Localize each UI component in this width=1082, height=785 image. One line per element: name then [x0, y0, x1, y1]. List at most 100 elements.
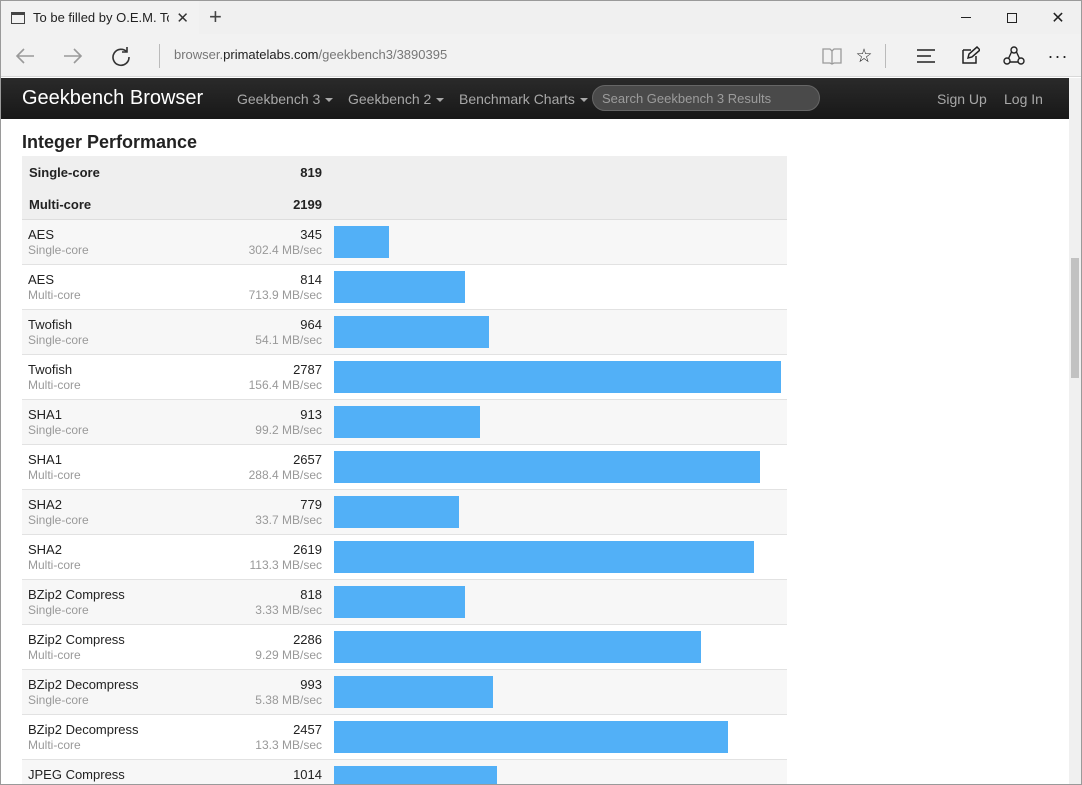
- score-bar: [334, 451, 760, 483]
- benchmark-rate: 99.2 MB/sec: [255, 423, 322, 437]
- table-row: SHA2 Single-core 779 33.7 MB/sec: [22, 490, 787, 535]
- benchmark-rate: 113.3 MB/sec: [249, 558, 322, 572]
- benchmark-mode: Single-core: [28, 423, 89, 437]
- nav-geekbench2-menu[interactable]: Geekbench 2: [348, 91, 445, 107]
- score-bar: [334, 361, 781, 393]
- close-icon: ✕: [1051, 9, 1065, 27]
- nav-geekbench3-menu[interactable]: Geekbench 3: [237, 91, 334, 107]
- divider: [159, 44, 160, 68]
- score-bar: [334, 406, 480, 438]
- address-domain: primatelabs.com: [223, 47, 319, 62]
- address-bar[interactable]: browser.primatelabs.com/geekbench3/38903…: [174, 47, 447, 62]
- benchmark-rate: 288.4 MB/sec: [248, 468, 322, 482]
- scrollbar-thumb[interactable]: [1071, 258, 1079, 378]
- benchmark-name: BZip2 Decompress: [28, 677, 139, 692]
- benchmark-score: 2787: [293, 362, 322, 377]
- score-bar: [334, 676, 493, 708]
- site-brand-link[interactable]: Geekbench Browser: [22, 87, 203, 110]
- nav-label: Geekbench 2: [348, 91, 432, 107]
- benchmark-mode: Single-core: [28, 333, 89, 347]
- favorite-star-icon[interactable]: ☆: [851, 43, 877, 69]
- benchmark-rate: 3.33 MB/sec: [255, 603, 322, 617]
- benchmark-name: Twofish: [28, 362, 73, 377]
- score-bar: [334, 766, 497, 784]
- browser-window: To be filled by O.E.M. To ✕ + ✕ browser.…: [0, 0, 1082, 785]
- benchmark-name: BZip2 Decompress: [28, 722, 139, 737]
- benchmark-score: 993: [300, 677, 322, 692]
- benchmark-name: BZip2 Compress: [28, 587, 125, 602]
- more-options-icon[interactable]: ···: [1045, 43, 1071, 69]
- benchmark-rate: 54.1 MB/sec: [255, 333, 322, 347]
- benchmark-name: JPEG Compress: [28, 767, 125, 782]
- divider: [885, 44, 886, 68]
- summary-table: Single-core 819 Multi-core 2199: [22, 156, 787, 220]
- benchmark-rate: 302.4 MB/sec: [248, 243, 322, 257]
- score-bar: [334, 226, 389, 258]
- benchmark-rate: 5.38 MB/sec: [255, 693, 322, 707]
- score-bar: [334, 631, 701, 663]
- table-row: SHA1 Single-core 913 99.2 MB/sec: [22, 400, 787, 445]
- maximize-button[interactable]: [989, 1, 1035, 34]
- close-window-button[interactable]: ✕: [1035, 1, 1081, 34]
- hub-icon[interactable]: [913, 43, 939, 69]
- reading-view-icon[interactable]: [819, 43, 845, 69]
- web-note-icon[interactable]: [957, 43, 983, 69]
- vertical-scrollbar[interactable]: [1069, 78, 1081, 784]
- benchmark-score: 814: [300, 272, 322, 287]
- browser-tab[interactable]: To be filled by O.E.M. To ✕: [1, 1, 199, 34]
- benchmark-score: 2619: [293, 542, 322, 557]
- sign-up-link[interactable]: Sign Up: [937, 91, 987, 107]
- benchmark-score: 2286: [293, 632, 322, 647]
- benchmark-mode: Single-core: [28, 693, 89, 707]
- search-input[interactable]: [592, 85, 820, 111]
- arrow-left-icon: [15, 48, 34, 64]
- table-row: BZip2 Decompress Multi-core 2457 13.3 MB/se…: [22, 715, 787, 760]
- minimize-button[interactable]: [943, 1, 989, 34]
- back-button[interactable]: [11, 42, 39, 70]
- summary-value: 2199: [293, 197, 322, 212]
- benchmark-rate: 13.3 MB/sec: [255, 738, 322, 752]
- score-bar: [334, 271, 465, 303]
- site-header: Geekbench Browser Geekbench 3 Geekbench …: [1, 78, 1069, 119]
- nav-label: Benchmark Charts: [459, 91, 575, 107]
- benchmark-mode: Single-core: [28, 603, 89, 617]
- benchmark-name: AES: [28, 227, 55, 242]
- benchmark-score: 2457: [293, 722, 322, 737]
- benchmark-mode: Multi-core: [28, 738, 81, 752]
- benchmark-rate: 156.4 MB/sec: [248, 378, 322, 392]
- benchmark-mode: Multi-core: [28, 648, 81, 662]
- maximize-icon: [1007, 12, 1017, 23]
- benchmark-rate: 9.29 MB/sec: [255, 648, 322, 662]
- nav-benchmark-charts-menu[interactable]: Benchmark Charts: [459, 91, 588, 107]
- title-bar: To be filled by O.E.M. To ✕ + ✕: [1, 1, 1081, 34]
- benchmark-name: SHA1: [28, 407, 62, 422]
- page-icon: [11, 11, 25, 24]
- share-icon[interactable]: [1001, 43, 1027, 69]
- address-prefix: browser.: [174, 47, 224, 62]
- caret-down-icon: [436, 98, 445, 103]
- table-row: Twofish Multi-core 2787 156.4 MB/sec: [22, 355, 787, 400]
- log-in-link[interactable]: Log In: [1004, 91, 1043, 107]
- benchmark-mode: Multi-core: [28, 288, 81, 302]
- score-bar: [334, 316, 489, 348]
- table-row: AES Single-core 345 302.4 MB/sec: [22, 220, 787, 265]
- table-row: SHA1 Multi-core 2657 288.4 MB/sec: [22, 445, 787, 490]
- benchmark-score: 2657: [293, 452, 322, 467]
- close-tab-icon[interactable]: ✕: [176, 9, 189, 27]
- forward-button[interactable]: [59, 42, 87, 70]
- summary-row-single: Single-core 819: [22, 156, 787, 188]
- summary-label: Multi-core: [29, 197, 92, 212]
- refresh-button[interactable]: [107, 42, 135, 70]
- table-row: Twofish Single-core 964 54.1 MB/sec: [22, 310, 787, 355]
- address-path: /geekbench3/3890395: [318, 47, 448, 62]
- navigation-bar: browser.primatelabs.com/geekbench3/38903…: [1, 34, 1081, 77]
- benchmark-mode: Single-core: [28, 513, 89, 527]
- new-tab-icon[interactable]: +: [209, 4, 222, 30]
- benchmark-rate: 33.7 MB/sec: [255, 513, 322, 527]
- benchmark-name: BZip2 Compress: [28, 632, 125, 647]
- table-row: JPEG Compress 1014: [22, 760, 787, 784]
- benchmark-mode: Multi-core: [28, 558, 81, 572]
- caret-down-icon: [579, 98, 588, 103]
- benchmark-score: 818: [300, 587, 322, 602]
- score-bar: [334, 541, 754, 573]
